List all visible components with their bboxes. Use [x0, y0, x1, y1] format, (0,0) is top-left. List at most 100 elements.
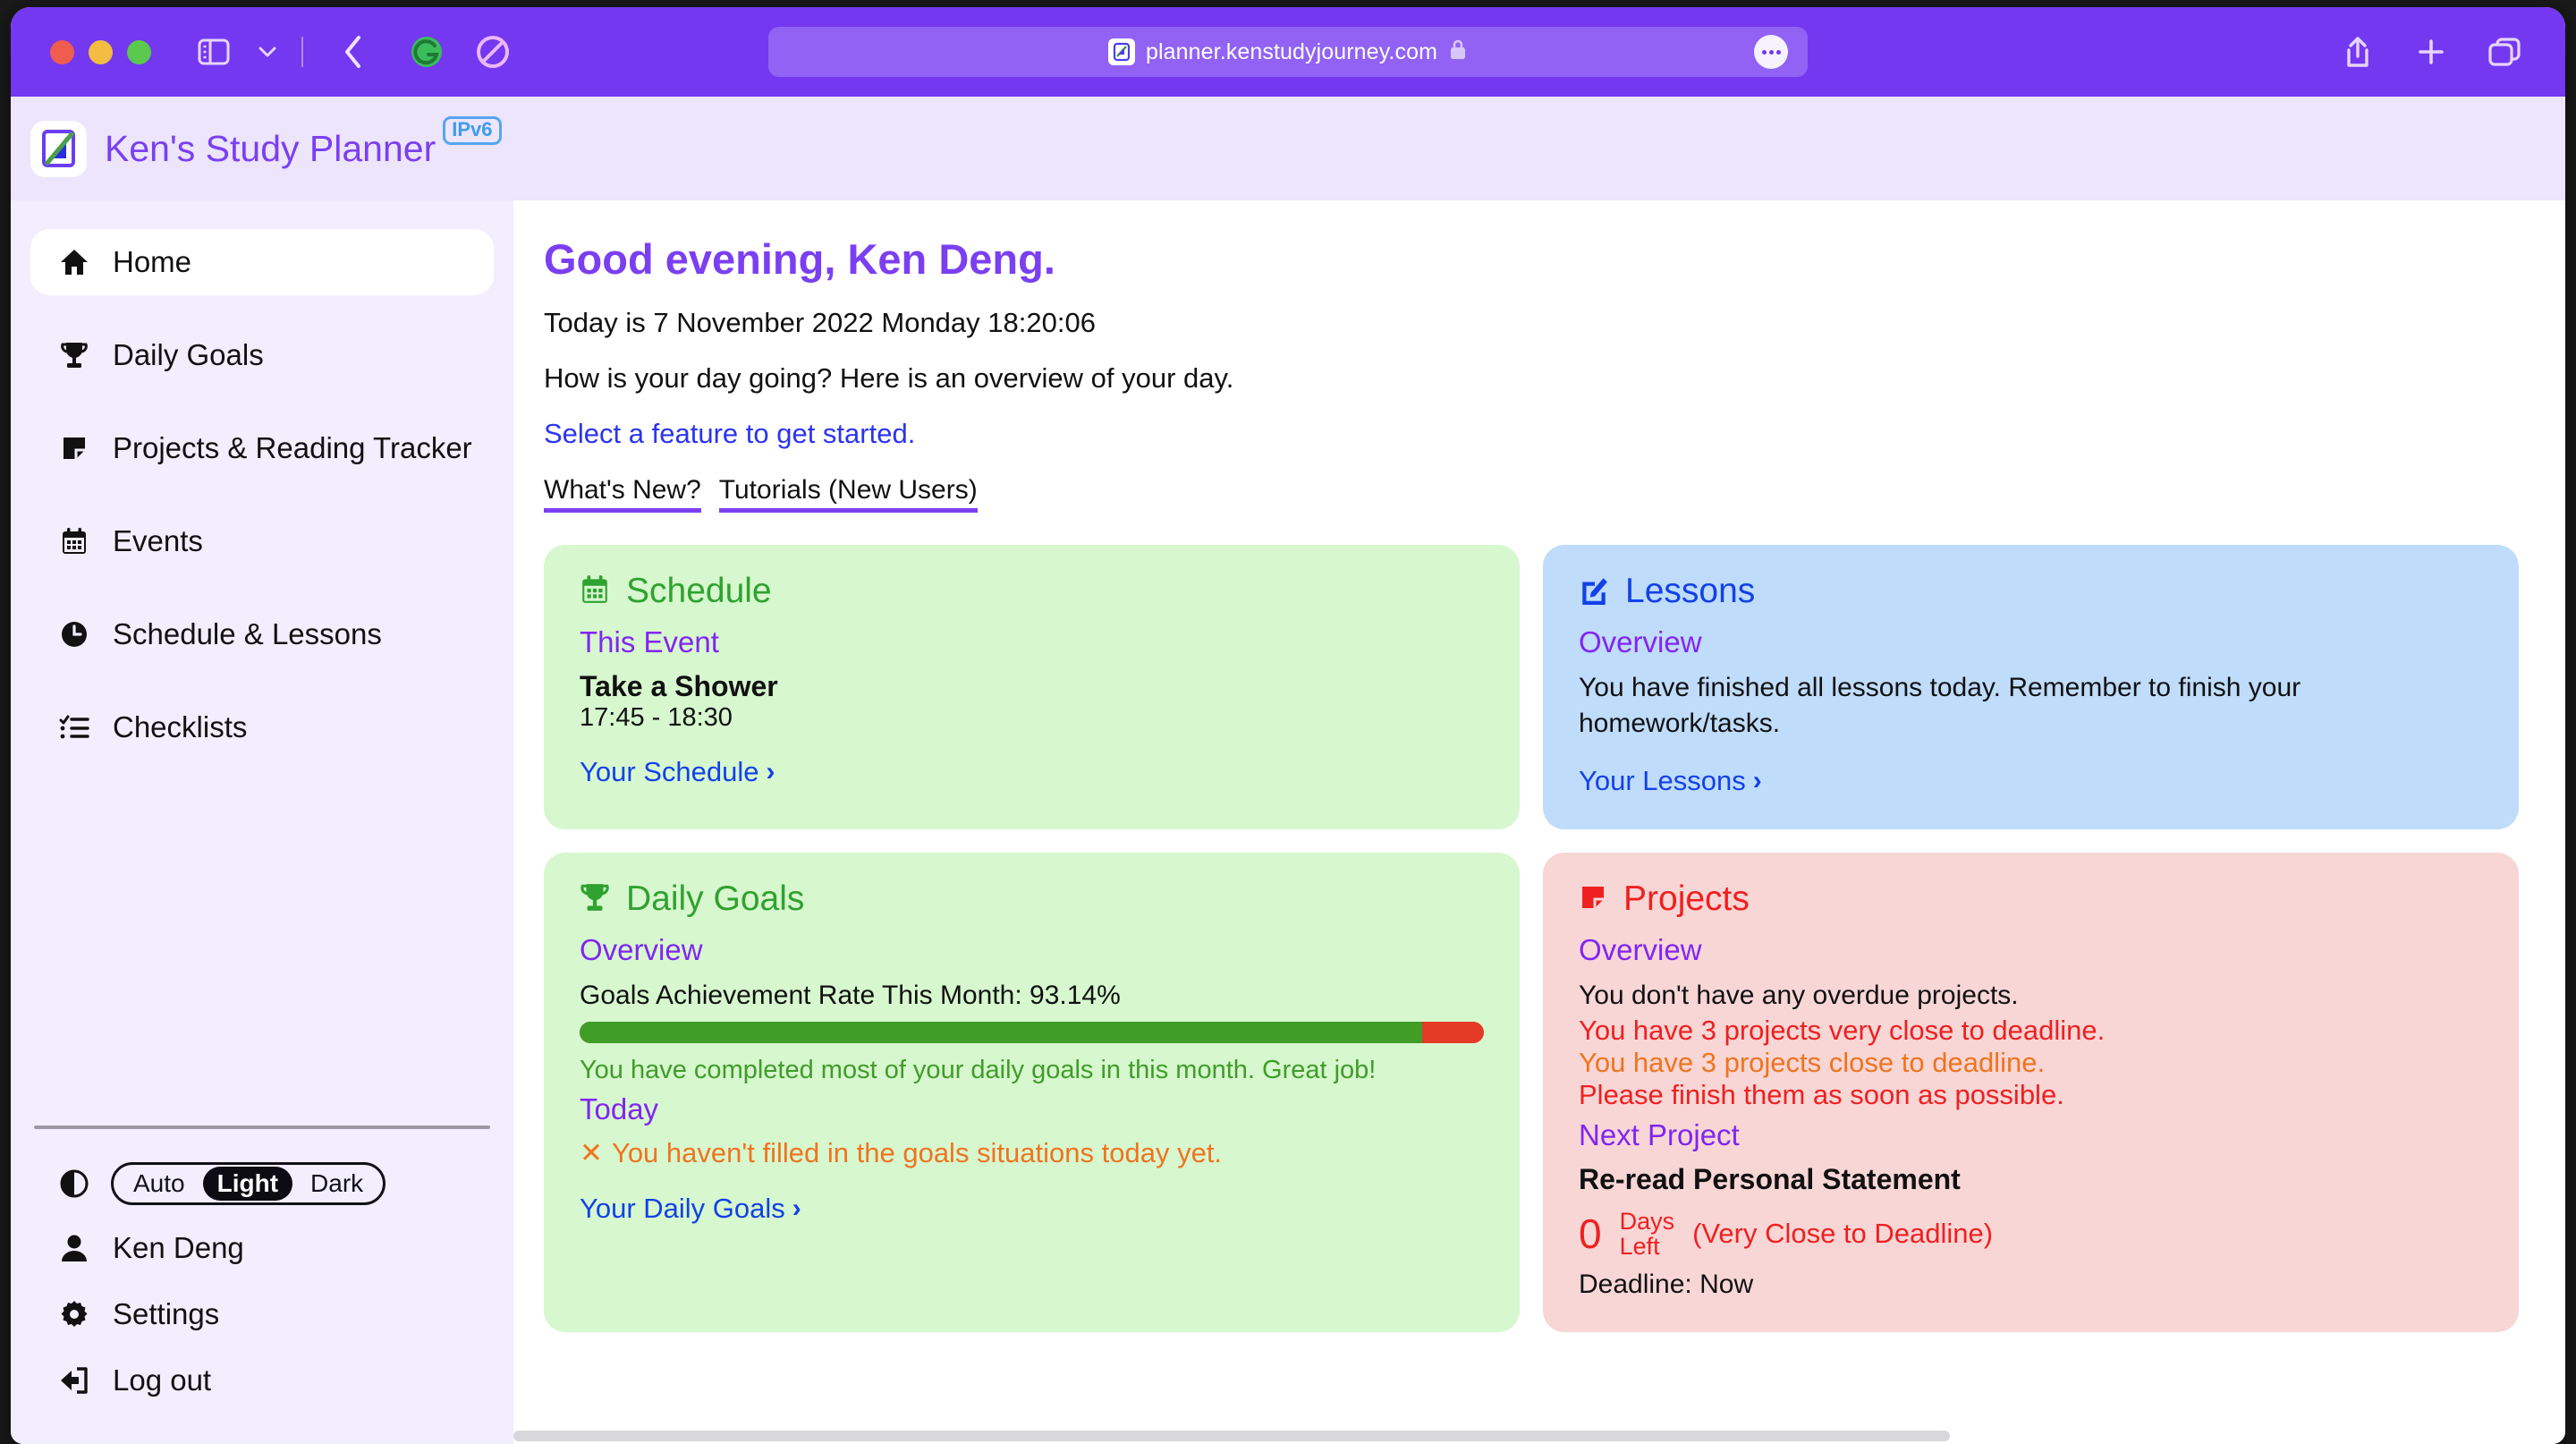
account-label: Ken Deng	[113, 1231, 244, 1264]
share-icon[interactable]	[2333, 27, 2383, 77]
projects-card-header: Projects	[1579, 879, 2483, 919]
projects-days-left-number: 0	[1579, 1210, 1602, 1257]
theme-option-auto[interactable]: Auto	[119, 1167, 199, 1201]
page-body: Home Daily Goals Projects & Reading Trac…	[11, 200, 2565, 1444]
sidebar-item-label: Schedule & Lessons	[113, 617, 382, 650]
goals-rate-label: Goals Achievement Rate This Month: 93.14…	[580, 981, 1121, 1011]
daily-goals-card-header: Daily Goals	[580, 879, 1484, 919]
horizontal-scrollbar[interactable]	[513, 1428, 2565, 1444]
sidebar: Home Daily Goals Projects & Reading Trac…	[11, 200, 513, 1444]
sidebar-item-schedule-lessons[interactable]: Schedule & Lessons	[30, 601, 494, 667]
your-lessons-link[interactable]: Your Lessons ›	[1579, 765, 1762, 797]
sidebar-item-account[interactable]: Ken Deng	[11, 1215, 513, 1281]
projects-next-heading: Next Project	[1579, 1117, 1740, 1151]
lessons-card-title: Lessons	[1625, 572, 1756, 610]
chevron-right-icon: ›	[1752, 766, 1762, 796]
sidebar-item-daily-goals[interactable]: Daily Goals	[30, 322, 494, 388]
plus-icon[interactable]	[2406, 27, 2456, 77]
theme-switcher: Auto Light Dark	[11, 1152, 513, 1215]
sidebar-item-events[interactable]: Events	[30, 508, 494, 574]
daily-goals-section-label: Overview	[580, 933, 703, 967]
back-icon[interactable]	[328, 27, 378, 77]
schedule-event-time: 17:45 - 18:30	[580, 703, 733, 732]
close-window-button[interactable]	[50, 39, 74, 64]
home-icon	[57, 247, 91, 277]
app-header: Ken's Study Planner IPv6	[11, 97, 2565, 200]
minimize-window-button[interactable]	[89, 39, 113, 64]
schedule-section-label: This Event	[580, 625, 719, 658]
your-schedule-link-label: Your Schedule	[580, 756, 759, 787]
projects-very-close: You have 3 projects very close to deadli…	[1579, 1014, 2106, 1046]
sidebar-bottom-pad	[11, 1414, 513, 1444]
logout-icon	[57, 1367, 91, 1394]
projects-days-left-label: Days Left	[1619, 1207, 1675, 1260]
goals-progress-bar	[580, 1021, 1484, 1043]
tutorials-link[interactable]: Tutorials (New Users)	[718, 475, 978, 513]
projects-card-title: Projects	[1623, 879, 1750, 919]
lessons-card[interactable]: Lessons Overview You have finished all l…	[1543, 545, 2519, 830]
projects-no-overdue: You don't have any overdue projects.	[1579, 981, 2019, 1011]
theme-segmented-control[interactable]: Auto Light Dark	[111, 1162, 386, 1205]
sidebar-item-label: Daily Goals	[113, 338, 264, 371]
sidebar-item-label: Projects & Reading Tracker	[113, 431, 472, 464]
address-bar[interactable]: planner.kenstudyjourney.com	[768, 27, 1808, 77]
trophy-icon	[57, 340, 91, 370]
nav-gap	[11, 667, 513, 694]
logout-label: Log out	[113, 1363, 212, 1397]
chevron-down-icon[interactable]	[242, 27, 292, 77]
theme-option-dark[interactable]: Dark	[296, 1167, 377, 1201]
goals-progress-fill	[580, 1021, 1422, 1043]
nav-gap	[11, 481, 513, 508]
sidebar-toggle-icon[interactable]	[189, 27, 239, 77]
daily-goals-card[interactable]: Daily Goals Overview Goals Achievement R…	[544, 853, 1520, 1332]
goals-today-heading: Today	[580, 1091, 659, 1125]
lessons-card-header: Lessons	[1579, 572, 2483, 611]
lock-icon	[1448, 38, 1468, 66]
main-content: Good evening, Ken Deng. Today is 7 Novem…	[513, 200, 2565, 1444]
window-controls	[50, 39, 151, 64]
toolbar-left-buttons	[189, 27, 518, 77]
browser-toolbar: planner.kenstudyjourney.com	[11, 7, 2565, 97]
day-question-line: How is your day going? Here is an overvi…	[544, 362, 1234, 394]
theme-option-light[interactable]: Light	[202, 1167, 293, 1201]
your-schedule-link[interactable]: Your Schedule ›	[580, 756, 775, 788]
projects-finish-soon: Please finish them as soon as possible.	[1579, 1078, 2064, 1110]
person-icon	[57, 1234, 91, 1262]
note-icon	[1579, 883, 1607, 916]
scrollbar-thumb[interactable]	[513, 1431, 1950, 1441]
lessons-body-text: You have finished all lessons today. Rem…	[1579, 673, 2301, 739]
grammarly-icon[interactable]	[402, 27, 452, 77]
schedule-event-name: Take a Shower	[580, 670, 778, 702]
chevron-right-icon: ›	[792, 1193, 801, 1223]
quicklinks: What's New? Tutorials (New Users)	[544, 475, 2519, 513]
select-feature-link[interactable]: Select a feature to get started.	[544, 418, 915, 450]
maximize-window-button[interactable]	[127, 39, 151, 64]
goals-today-status-text: You haven't filled in the goals situatio…	[611, 1136, 1223, 1168]
adblock-icon[interactable]	[468, 27, 518, 77]
your-daily-goals-link[interactable]: Your Daily Goals ›	[580, 1193, 801, 1225]
web-page: Ken's Study Planner IPv6 Home Daily Goal…	[11, 97, 2565, 1444]
more-icon[interactable]	[1754, 35, 1788, 69]
projects-section-label: Overview	[1579, 933, 1702, 967]
sidebar-item-label: Home	[113, 245, 192, 278]
goals-praise-text: You have completed most of your daily go…	[580, 1055, 1377, 1084]
tabs-icon[interactable]	[2479, 27, 2529, 77]
sidebar-item-logout[interactable]: Log out	[11, 1347, 513, 1414]
calendar-icon	[580, 574, 610, 609]
sidebar-item-home[interactable]: Home	[30, 229, 494, 295]
sidebar-item-settings[interactable]: Settings	[11, 1281, 513, 1347]
schedule-card[interactable]: Schedule This Event Take a Shower 17:45 …	[544, 545, 1520, 830]
app-logo-icon	[30, 120, 87, 177]
greeting-heading: Good evening, Ken Deng.	[544, 235, 1055, 283]
sidebar-item-projects-reading-tracker[interactable]: Projects & Reading Tracker	[30, 415, 494, 481]
lessons-section-label: Overview	[1579, 625, 1702, 658]
clock-icon	[57, 620, 91, 649]
sidebar-divider	[34, 1125, 490, 1129]
sidebar-item-label: Events	[113, 524, 203, 557]
whats-new-link[interactable]: What's New?	[544, 475, 701, 513]
browser-window: planner.kenstudyjourney.com Ken's Study …	[11, 7, 2565, 1444]
cross-icon: ✕	[580, 1136, 603, 1168]
projects-card[interactable]: Projects Overview You don't have any ove…	[1543, 853, 2519, 1332]
sidebar-item-checklists[interactable]: Checklists	[30, 694, 494, 760]
nav-gap	[11, 574, 513, 601]
